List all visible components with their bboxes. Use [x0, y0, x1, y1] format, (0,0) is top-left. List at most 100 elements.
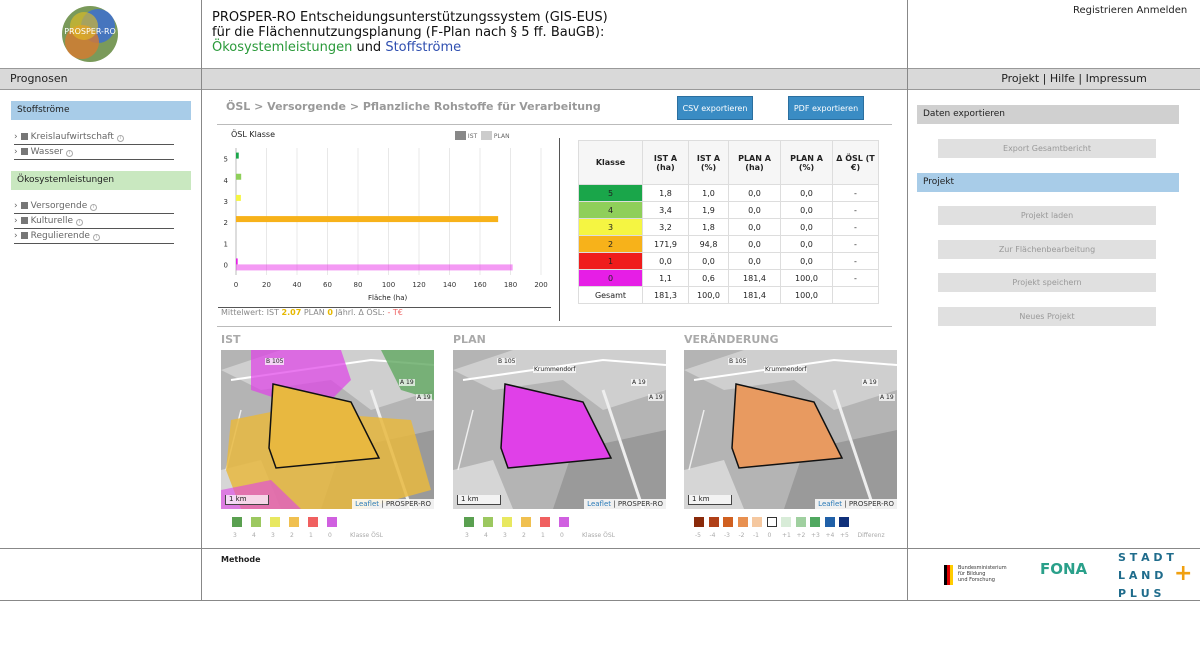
map-ist[interactable]: B 105 A 19 A 19 1 km Leaflet | PROSPER-RO: [221, 350, 434, 509]
table-cell: 1,0: [688, 184, 729, 202]
area-edit-button[interactable]: Zur Flächenbearbeitung: [938, 240, 1156, 259]
bar-ist: [236, 194, 241, 201]
nav-help[interactable]: Hilfe: [1050, 72, 1075, 85]
legend-label: 0: [767, 532, 772, 539]
save-project-button[interactable]: Projekt speichern: [938, 273, 1156, 292]
center-bar: [202, 68, 907, 90]
register-link[interactable]: Registrieren: [1073, 5, 1133, 16]
nav-impressum[interactable]: Impressum: [1086, 72, 1147, 85]
legend-label: 1: [541, 532, 545, 539]
leaflet-link[interactable]: Leaflet: [355, 500, 379, 508]
table-header: PLAN A (ha): [728, 140, 781, 185]
export-report-button[interactable]: Export Gesamtbericht: [938, 139, 1156, 158]
total-label: Gesamt: [578, 286, 643, 304]
sidebar-header-stoffstroeme[interactable]: Stoffströme: [11, 101, 191, 120]
plus-text: P L U S: [1118, 587, 1162, 600]
table-cell: 0,0: [728, 184, 781, 202]
table-cell: 100,0: [780, 286, 833, 304]
csv-export-button[interactable]: CSV exportieren: [677, 96, 753, 120]
leaflet-link[interactable]: Leaflet: [587, 500, 611, 508]
bmbf-logo: Bundesministerium für Bildung und Forsch…: [944, 555, 1007, 591]
table-cell: 1,1: [642, 269, 689, 287]
table-cell: -: [832, 269, 879, 287]
table-cell: 171,9: [642, 235, 689, 253]
new-project-button[interactable]: Neues Projekt: [938, 307, 1156, 326]
sidebar-item-regulierende[interactable]: › Regulierende i: [14, 229, 174, 244]
legend-plan: PLAN: [493, 133, 510, 140]
partial-checkbox-icon[interactable]: [20, 232, 28, 239]
map-title-ist: IST: [221, 333, 241, 346]
table-cell: 1,8: [642, 184, 689, 202]
map-change[interactable]: B 105 A 19 A 19 Krummendorf 1 km Leaflet | PR…: [684, 350, 897, 509]
table-cell: [832, 286, 879, 304]
mean-plan-label: PLAN: [303, 308, 325, 317]
info-icon[interactable]: i: [92, 234, 100, 241]
legend-label: +1: [782, 532, 791, 539]
sidebar-item-kreislauf[interactable]: › Kreislaufwirtschaft i: [14, 130, 174, 145]
leaflet-link[interactable]: Leaflet: [818, 500, 842, 508]
login-link[interactable]: Anmelden: [1137, 5, 1188, 16]
legend-label: 1: [309, 532, 313, 539]
bar-ist: [236, 216, 499, 223]
legend-swatch: [781, 517, 791, 527]
table-row: 4 3,4 1,9 0,0 0,0-: [578, 201, 879, 219]
checkbox-icon[interactable]: [20, 148, 28, 155]
info-icon[interactable]: i: [116, 135, 124, 142]
legend-swatch: [795, 517, 806, 527]
total-row: Gesamt 181,3 100,0 181,4 100,0: [578, 286, 879, 304]
legend-swatch: [737, 517, 748, 527]
legend-label: +3: [811, 532, 820, 539]
table-row: 3 3,2 1,8 0,0 0,0-: [578, 218, 879, 236]
sidebar-item-versorgende[interactable]: › Versorgende i: [14, 199, 174, 214]
map-plan[interactable]: B 105 A 19 A 19 Krummendorf 1 km Leaflet | PR…: [453, 350, 666, 509]
table-header: Klasse: [578, 140, 643, 185]
results-table: Klasse IST A (ha) IST A (%) PLAN A (ha) PLAN…: [578, 140, 879, 304]
checkbox-icon[interactable]: [20, 217, 28, 224]
x-tick-label: 100: [382, 281, 395, 289]
map-label: Krummendorf: [764, 366, 808, 373]
legend-label: -2: [738, 532, 745, 539]
table-cell: 0,0: [780, 235, 833, 253]
bar-ist: [236, 258, 238, 265]
info-icon[interactable]: i: [66, 150, 74, 157]
table-header: Δ ÖSL (T €): [832, 140, 879, 185]
panel-header-projekt: Projekt: [917, 173, 1179, 192]
sidebar-item-wasser[interactable]: › Wasser i: [14, 145, 174, 160]
nav-sep: |: [1042, 72, 1047, 85]
stadtlandplus-logo: S T A D T L A N D P L U S +: [1118, 549, 1192, 603]
legend-label: 0: [560, 532, 564, 539]
legend-swatch: [308, 517, 318, 527]
sidebar-header-oesl[interactable]: Ökosystemleistungen: [11, 171, 191, 190]
chevron-right-icon: ›: [14, 201, 18, 211]
legend-title: Klasse ÖSL: [582, 532, 616, 539]
legend-swatch: [723, 517, 733, 527]
table-cell: -: [832, 201, 879, 219]
logo[interactable]: PROSPER-RO: [60, 4, 120, 64]
mean-plan: 0: [327, 308, 333, 317]
sidebar-header-label: Stoffströme: [17, 105, 70, 115]
legend-ist: IST: [467, 133, 478, 140]
legend-swatch: [559, 517, 569, 527]
pdf-export-button[interactable]: PDF exportieren: [788, 96, 864, 120]
class-cell: 0: [578, 269, 643, 287]
checkbox-icon[interactable]: [20, 202, 28, 209]
partial-checkbox-icon[interactable]: [20, 133, 28, 140]
x-tick-label: 40: [293, 281, 302, 289]
table-cell: 0,6: [688, 269, 729, 287]
map-label: Krummendorf: [533, 366, 577, 373]
land-text: L A N D: [1118, 569, 1164, 582]
logo-text: PROSPER-RO: [64, 27, 116, 36]
table-header: IST A (%): [688, 140, 729, 185]
sidebar-item-kulturelle[interactable]: › Kulturelle i: [14, 214, 174, 229]
table-cell: -: [832, 235, 879, 253]
info-icon[interactable]: i: [90, 204, 98, 211]
panel-header-daten: Daten exportieren: [917, 105, 1179, 124]
y-tick-label: 4: [224, 177, 229, 185]
prosper-attribution: PROSPER-RO: [848, 500, 894, 508]
nav-project[interactable]: Projekt: [1001, 72, 1039, 85]
info-icon[interactable]: i: [76, 219, 84, 226]
bmbf-line-3: und Forschung: [958, 577, 995, 583]
scale-bar: 1 km: [688, 495, 732, 505]
y-tick-label: 5: [224, 156, 228, 164]
load-project-button[interactable]: Projekt laden: [938, 206, 1156, 225]
